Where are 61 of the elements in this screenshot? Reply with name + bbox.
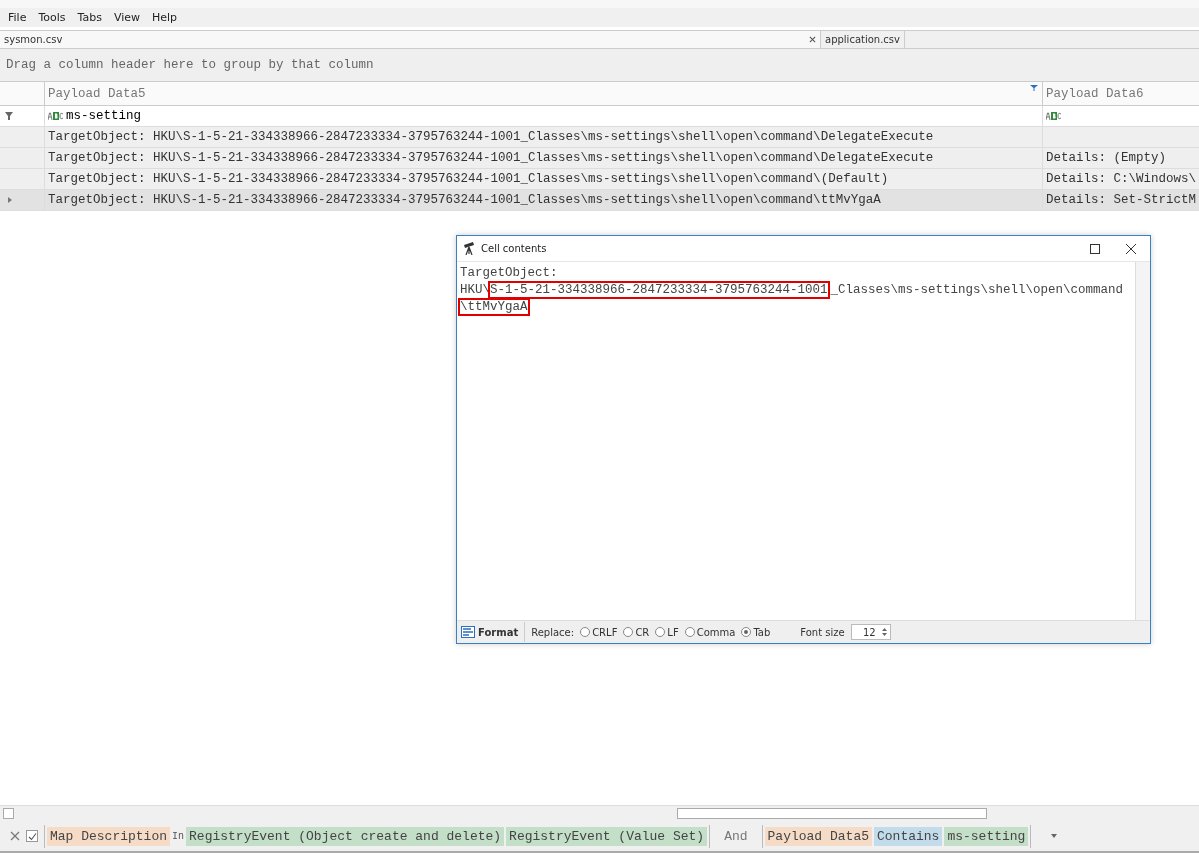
dialog-title: Cell contents <box>481 243 547 254</box>
telescope-icon <box>463 242 477 255</box>
dropdown-icon[interactable] <box>1051 834 1058 838</box>
horizontal-scrollbar[interactable] <box>0 805 1199 821</box>
filter-value[interactable]: RegistryEvent (Value Set) <box>506 826 708 846</box>
table-cell: Details: Set-StrictM <box>1042 190 1199 211</box>
filter-cell[interactable] <box>1042 106 1199 127</box>
close-icon[interactable] <box>809 36 816 43</box>
filter-cell[interactable]: ms-setting <box>44 106 1042 127</box>
filter-field[interactable]: Payload Data5 <box>764 826 872 846</box>
table-cell: TargetObject: HKU\S-1-5-21-334338966-2847233334-3795763244-1001_Classes\ms-settings\shell\open\command\DelegateExecute <box>44 148 1042 169</box>
menu-item[interactable]: Tabs <box>71 11 108 24</box>
filter-value[interactable]: ms-setting <box>66 109 141 123</box>
replace-label: Replace: <box>531 626 575 638</box>
menu-item[interactable]: View <box>107 11 146 24</box>
group-hint: Drag a column header here to group by that column <box>6 58 374 72</box>
text-filter-icon <box>1046 112 1062 120</box>
row-header-cell <box>20 127 44 148</box>
text-filter-icon <box>48 112 64 120</box>
table-cell: Details: C:\Windows\ <box>1042 169 1199 190</box>
column-header[interactable]: Payload Data5 <box>44 82 1042 106</box>
table-cell: TargetObject: HKU\S-1-5-21-334338966-2847233334-3795763244-1001_Classes\ms-settings\shell\open\command\(Default) <box>44 169 1042 190</box>
table-cell: TargetObject: HKU\S-1-5-21-334338966-2847233334-3795763244-1001_Classes\ms-settings\shell\open\command\ttMvYgaA <box>44 190 1042 211</box>
row-header-cell[interactable] <box>0 127 20 148</box>
table-cell: Details: (Empty) <box>1042 148 1199 169</box>
cell-text: HKU\ <box>460 283 490 297</box>
row-header-cell <box>20 190 44 211</box>
filter-operator[interactable]: Contains <box>874 826 943 846</box>
filter-value[interactable]: RegistryEvent (Object create and delete) <box>186 826 505 846</box>
filter-field[interactable]: Map Description <box>47 826 171 846</box>
close-icon[interactable] <box>1126 243 1136 254</box>
radio-option[interactable]: LF <box>655 626 679 638</box>
filter-icon[interactable] <box>1030 85 1038 91</box>
format-icon <box>461 626 475 638</box>
column-header[interactable]: Payload Data6 <box>1042 82 1199 106</box>
highlighted-text: S-1-5-21-334338966-2847233334-3795763244-1001 <box>490 283 828 297</box>
file-tab[interactable]: sysmon.csv <box>0 31 821 48</box>
font-size-spinner[interactable]: 12 <box>850 624 891 640</box>
cell-text: TargetObject: <box>460 266 558 280</box>
text-area[interactable]: TargetObject: HKU\S-1-5-21-334338966-2847233334-3795763244-1001 _Classes\ms-settings\shell\open\command \ttMvYgaA <box>457 262 1135 620</box>
radio-option[interactable]: Comma <box>684 626 736 638</box>
cell-text: _Classes\ms-settings\shell\open\command <box>830 283 1124 297</box>
maximize-icon[interactable] <box>1090 243 1100 254</box>
menu-item[interactable]: Help <box>146 11 184 24</box>
filter-joiner[interactable]: And <box>716 828 756 844</box>
row-header-cell[interactable] <box>0 190 20 211</box>
filter-icon <box>5 112 13 120</box>
radio-option[interactable]: CRLF <box>580 626 618 638</box>
filter-keyword: In <box>172 830 185 842</box>
radio-option[interactable]: CR <box>623 626 650 638</box>
radio-option[interactable]: Tab <box>741 626 771 638</box>
filter-value[interactable]: ms-setting <box>944 826 1029 846</box>
format-button[interactable]: Format <box>461 622 526 642</box>
filter-checkbox[interactable] <box>26 830 38 842</box>
menu-item[interactable]: Tools <box>32 11 72 24</box>
vertical-scrollbar[interactable] <box>1135 262 1150 620</box>
table-cell: TargetObject: HKU\S-1-5-21-334338966-2847233334-3795763244-1001_Classes\ms-settings\shell\open\command\DelegateExecute <box>44 127 1042 148</box>
row-pointer-icon <box>8 197 12 203</box>
menu-item[interactable]: File <box>2 11 33 24</box>
font-size-label: Font size <box>800 626 845 638</box>
highlighted-text: \ttMvYgaA <box>460 300 528 314</box>
